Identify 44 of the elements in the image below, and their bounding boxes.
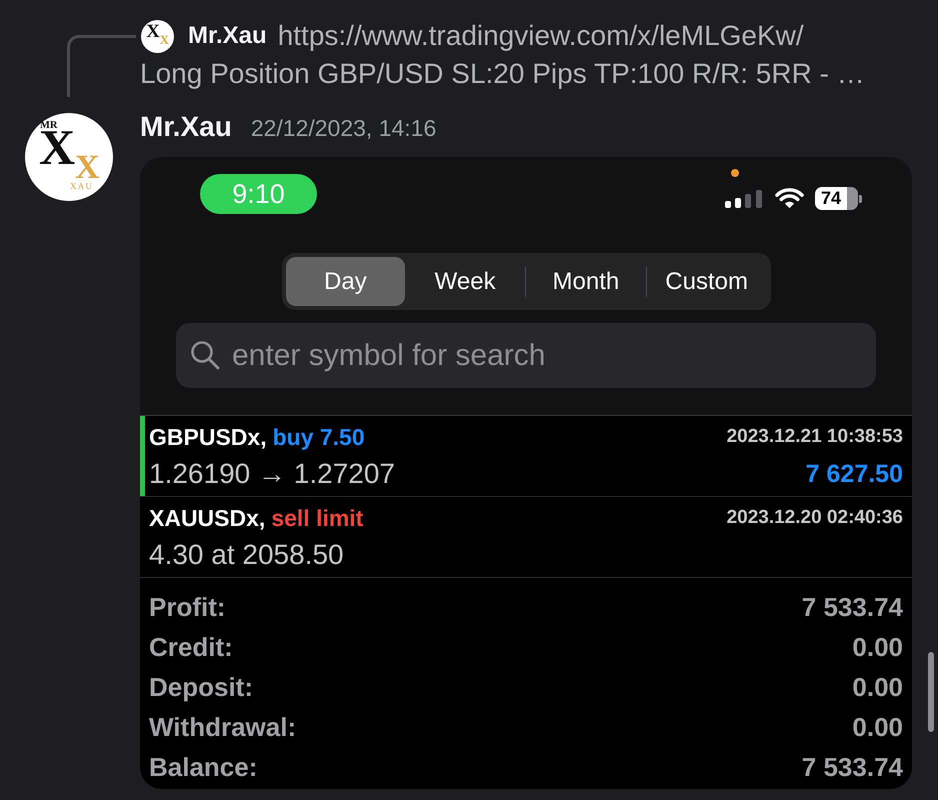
- summary-label: Deposit:: [149, 673, 253, 703]
- order-symbol: XAUUSDx,: [149, 504, 266, 532]
- summary-value: 0.00: [852, 633, 903, 663]
- order-row[interactable]: GBPUSDx, buy 7.50 2023.12.21 10:38:53 1.26190 → 1.27207 7 627.50: [140, 416, 912, 497]
- order-prices: 1.26190 → 1.27207: [149, 458, 395, 490]
- message-timestamp: 22/12/2023, 14:16: [250, 115, 436, 142]
- reply-link[interactable]: https://www.tradingview.com/x/leMLGeKw/: [278, 20, 804, 52]
- logo-text: XAU: [70, 183, 94, 190]
- logo-text: MR: [40, 122, 58, 130]
- order-row[interactable]: XAUUSDx, sell limit 2023.12.20 02:40:36 4.30 at 2058.50: [140, 497, 912, 578]
- signal-icon: [725, 190, 762, 208]
- logo-letter: X: [39, 131, 76, 165]
- indicator-dot-icon: [731, 169, 739, 177]
- summary-label: Withdrawal:: [149, 713, 296, 743]
- summary-value: 0.00: [852, 673, 903, 703]
- logo-letter: X: [160, 36, 169, 45]
- order-prices: 4.30 at 2058.50: [149, 538, 344, 572]
- summary-label: Profit:: [149, 593, 226, 623]
- period-tab[interactable]: Month: [526, 257, 646, 306]
- order-symbol: GBPUSDx,: [149, 424, 267, 450]
- scrollbar-thumb[interactable]: [928, 652, 934, 732]
- wifi-icon: [775, 188, 804, 209]
- reply-connector: [67, 35, 136, 97]
- order-time: 2023.12.20 02:40:36: [726, 507, 903, 529]
- author-name[interactable]: Mr.Xau: [140, 110, 232, 144]
- summary-value: 7 533.74: [802, 753, 903, 783]
- summary-label: Credit:: [149, 633, 233, 663]
- summary-value: 7 533.74: [802, 593, 903, 623]
- order-profit: 7 627.50: [806, 460, 903, 488]
- search-icon: [190, 340, 220, 370]
- reply-excerpt: Long Position GBP/USD SL:20 Pips TP:100 R/R: 5RR - …: [140, 58, 865, 90]
- logo-letter: X: [75, 157, 100, 180]
- period-tab[interactable]: Day: [286, 257, 406, 306]
- summary-label: Balance:: [149, 753, 258, 783]
- search-field[interactable]: enter symbol for search: [176, 323, 876, 388]
- summary-value: 0.00: [852, 713, 903, 743]
- order-type: sell limit: [271, 504, 364, 532]
- order-type: buy 7.50: [272, 424, 365, 450]
- order-time: 2023.12.21 10:38:53: [726, 426, 903, 448]
- reply-author[interactable]: Mr.Xau: [188, 22, 267, 50]
- logo-letter: X: [146, 26, 160, 39]
- period-tab[interactable]: Week: [405, 257, 525, 306]
- battery-indicator: 74: [815, 187, 862, 210]
- period-tab[interactable]: Custom: [646, 257, 766, 306]
